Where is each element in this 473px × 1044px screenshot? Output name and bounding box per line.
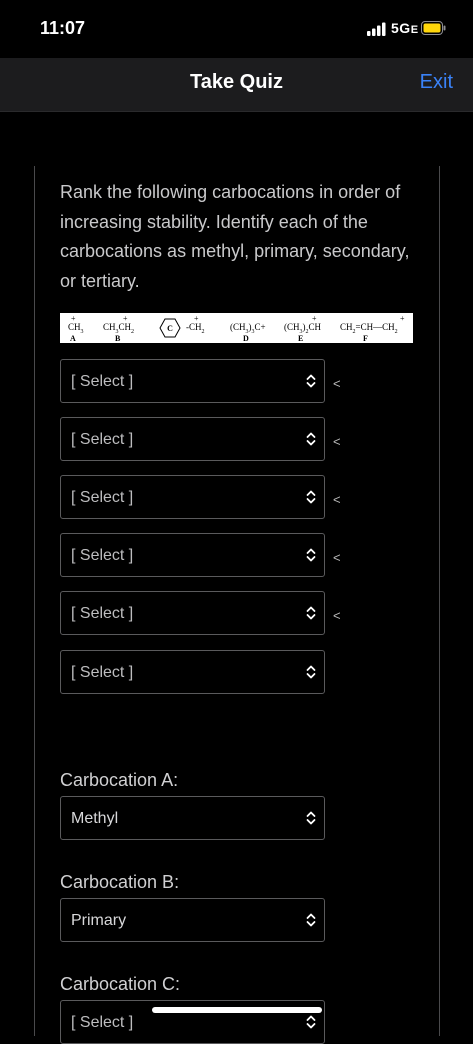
select-value: [ Select ]: [71, 1014, 134, 1031]
select-value: [ Select ]: [71, 431, 134, 448]
select-value: Methyl: [71, 810, 119, 827]
carbocation-b-label: Carbocation B:: [60, 872, 180, 892]
question-text: Rank the following carbocations in order…: [60, 182, 410, 291]
less-than-sign: <: [333, 434, 341, 449]
structure-label-a: A: [70, 334, 76, 343]
select-value: [ Select ]: [71, 605, 134, 622]
chevron-up-down-icon: [306, 548, 316, 562]
structure-label-e: E: [298, 334, 304, 343]
structure-d: (CH3)3C+: [230, 322, 266, 335]
less-than-sign: <: [333, 492, 341, 507]
select-value: [ Select ]: [71, 547, 134, 564]
rank-select-4[interactable]: [ Select ]: [60, 533, 325, 577]
select-value: Primary: [71, 912, 127, 929]
chevron-up-down-icon: [306, 811, 316, 825]
chevron-up-down-icon: [306, 606, 316, 620]
network-indicator: 5GE: [391, 20, 419, 36]
less-than-sign: <: [333, 376, 341, 391]
structure-label-f: F: [363, 334, 368, 343]
structure-label-b: B: [115, 334, 121, 343]
signal-icon: [367, 22, 386, 36]
less-than-sign: <: [333, 550, 341, 565]
chevron-up-down-icon: [306, 490, 316, 504]
structure-b: CH3CH2 +: [103, 314, 135, 335]
less-than-sign: <: [333, 608, 341, 623]
carbocation-structures-image: CH3 + A CH3CH2 + B C -CH2 + (CH3)3C+ D (CH3…: [60, 313, 413, 343]
chevron-up-down-icon: [306, 665, 316, 679]
structure-f: CH2=CH—CH2 +: [340, 314, 405, 335]
rank-select-2[interactable]: [ Select ]: [60, 417, 325, 461]
carbocation-a-select[interactable]: Methyl: [60, 796, 325, 840]
structure-c: -CH2 +: [186, 314, 205, 335]
carbocation-b-select[interactable]: Primary: [60, 898, 325, 942]
status-bar: 11:07 5GE: [0, 0, 473, 58]
chevron-up-down-icon: [306, 1015, 316, 1029]
benzene-ring-icon: C: [159, 318, 181, 338]
exit-button[interactable]: Exit: [420, 71, 453, 94]
rank-select-6[interactable]: [ Select ]: [60, 650, 325, 694]
svg-text:C: C: [167, 324, 173, 333]
select-value: [ Select ]: [71, 373, 134, 390]
carbocation-c-label: Carbocation C:: [60, 974, 181, 994]
status-time: 11:07: [40, 18, 86, 38]
rank-select-3[interactable]: [ Select ]: [60, 475, 325, 519]
select-value: [ Select ]: [71, 664, 134, 681]
chevron-up-down-icon: [306, 374, 316, 388]
page-title: Take Quiz: [190, 71, 283, 93]
battery-icon: [421, 21, 446, 35]
nav-bar: Take Quiz Exit: [0, 58, 473, 112]
chevron-up-down-icon: [306, 432, 316, 446]
structure-a: CH3 +: [68, 314, 84, 335]
structure-label-d: D: [243, 334, 249, 343]
chevron-up-down-icon: [306, 913, 316, 927]
structure-e: (CH3)2CH +: [284, 314, 322, 335]
select-value: [ Select ]: [71, 489, 134, 506]
rank-select-1[interactable]: [ Select ]: [60, 359, 325, 403]
rank-select-5[interactable]: [ Select ]: [60, 591, 325, 635]
home-indicator[interactable]: [152, 1007, 322, 1013]
carbocation-a-label: Carbocation A:: [60, 770, 179, 790]
